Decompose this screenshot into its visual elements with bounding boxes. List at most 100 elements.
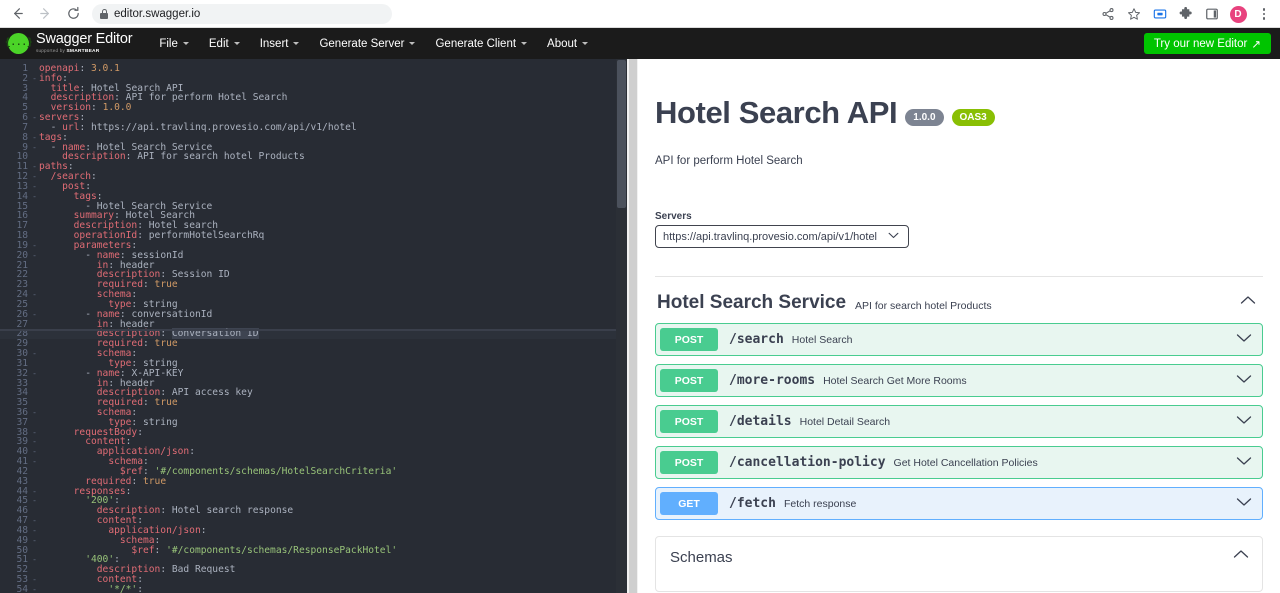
code-fold-toggle[interactable]: - [30,241,39,251]
menu-item-generate-server-label: Generate Server [319,37,405,50]
line-number: 54 [16,583,28,593]
chevron-up-icon[interactable] [1240,295,1256,305]
operation-summary: Fetch response [783,497,857,510]
operation-path: /details [729,414,792,429]
code-fold-toggle[interactable]: - [30,113,39,123]
oas-badge: OAS3 [951,108,995,126]
media-cast-icon[interactable] [1148,2,1172,26]
operations-list: POST/search Hotel Search POST/more-rooms Ho… [655,323,1263,520]
code-fold-toggle[interactable]: - [30,192,39,202]
operation-method-badge: POST [660,328,718,351]
operation-path: /search [729,332,784,347]
code-fold-toggle[interactable]: - [30,447,39,457]
back-arrow-icon[interactable] [4,2,30,26]
menu-item-about[interactable]: About [537,28,598,59]
code-fold-toggle[interactable]: - [30,74,39,84]
chevron-up-icon[interactable] [1233,549,1249,559]
chevron-down-icon[interactable] [1236,456,1252,466]
operation-summary: Hotel Search Get More Rooms [823,374,967,387]
operation-method-badge: POST [660,369,718,392]
yaml-editor-content[interactable]: 1 openapi: 3.0.1 2- info: 3 title: Hotel Sea… [0,59,627,593]
forward-arrow-icon[interactable] [32,2,58,26]
operation-row-details[interactable]: POST/details Hotel Detail Search [655,405,1263,438]
try-new-editor-button[interactable]: Try our new Editor ↗ [1143,33,1271,54]
code-fold-toggle[interactable]: - [30,172,39,182]
reload-icon[interactable] [60,2,86,26]
three-dot-menu-icon[interactable] [1252,2,1276,26]
star-icon[interactable] [1122,2,1146,26]
menu-item-edit[interactable]: Edit [199,28,250,59]
chevron-down-icon [233,42,240,45]
share-icon[interactable] [1096,2,1120,26]
menu-item-file[interactable]: File [149,28,199,59]
tag-description: API for search hotel Products [855,299,992,312]
code-fold-toggle[interactable]: - [30,143,39,153]
chevron-down-icon[interactable] [1236,374,1252,384]
brand-title: Swagger Editor [36,31,133,48]
operation-row-more-rooms[interactable]: POST/more-rooms Hotel Search Get More Roo… [655,364,1263,397]
schemas-section[interactable]: Schemas [655,536,1263,592]
external-link-arrow-icon: ↗ [1251,38,1261,51]
code-line[interactable]: 54- '*/*': [0,583,627,593]
chevron-down-icon[interactable] [1236,415,1252,425]
chevron-down-icon [888,232,899,239]
code-line[interactable]: 12- /search: [0,172,627,182]
tag-header-hotel-search-service[interactable]: Hotel Search Service API for search hote… [655,277,1263,323]
operation-row-cancellation-policy[interactable]: POST/cancellation-policy Get Hotel Cancel… [655,446,1263,479]
editor-scrollbar[interactable] [616,59,627,593]
chevron-down-icon [182,42,189,45]
code-line[interactable]: 5 version: 1.0.0 [0,103,627,113]
chevron-down-icon[interactable] [1236,333,1252,343]
code-fold-toggle[interactable]: - [30,369,39,379]
code-fold-toggle[interactable]: - [30,585,39,593]
browser-nav-buttons [0,2,86,26]
code-fold-toggle[interactable]: - [30,408,39,418]
operation-method-badge: GET [660,492,718,515]
server-select[interactable]: https://api.travlinq.provesio.com/api/v1… [655,225,909,248]
code-line-text: post: [62,180,91,192]
side-panel-icon[interactable] [1200,2,1224,26]
pane-splitter-grip[interactable] [629,59,637,593]
code-fold-toggle[interactable]: - [30,575,39,585]
menu-item-generate-client[interactable]: Generate Client [425,28,537,59]
pane-splitter[interactable] [627,59,638,593]
yaml-editor[interactable]: 1 openapi: 3.0.1 2- info: 3 title: Hotel Sea… [0,59,627,593]
code-line-text: version: 1.0.0 [50,102,132,114]
menu-item-insert-label: Insert [259,37,289,50]
code-fold-toggle[interactable]: - [30,437,39,447]
code-fold-toggle[interactable]: - [30,310,39,320]
chevron-down-icon[interactable] [1236,497,1252,507]
browser-actions: D [1096,0,1276,28]
code-fold-toggle[interactable]: - [30,496,39,506]
code-fold-toggle[interactable]: - [30,349,39,359]
code-fold-toggle[interactable]: - [30,487,39,497]
operation-row-search[interactable]: POST/search Hotel Search [655,323,1263,356]
code-fold-toggle[interactable]: - [30,428,39,438]
swagger-brand[interactable]: {...} Swagger Editor supported by SMARTB… [5,31,133,54]
code-line[interactable]: 1 openapi: 3.0.1 [0,64,627,74]
address-bar[interactable]: editor.swagger.io [92,3,392,24]
schemas-title: Schemas [670,549,733,566]
menu-item-insert[interactable]: Insert [250,28,310,59]
code-fold-toggle[interactable]: - [30,182,39,192]
code-fold-toggle[interactable]: - [30,526,39,536]
tag-title: Hotel Search Service [657,292,847,313]
code-line[interactable]: 10 description: API for search hotel Pro… [0,152,627,162]
avatar[interactable]: D [1226,2,1250,26]
code-fold-toggle[interactable]: - [30,133,39,143]
swagger-logo-icon: {...} [5,33,33,54]
operation-summary: Get Hotel Cancellation Policies [893,456,1038,469]
menu-item-generate-server[interactable]: Generate Server [309,28,425,59]
code-fold-toggle[interactable]: - [30,536,39,546]
code-fold-toggle[interactable]: - [30,457,39,467]
code-fold-toggle[interactable]: - [30,251,39,261]
operation-row-fetch[interactable]: GET/fetch Fetch response [655,487,1263,520]
editor-scrollbar-thumb[interactable] [617,60,626,208]
version-badge: 1.0.0 [905,108,944,126]
code-line[interactable]: 7 - url: https://api.travlinq.provesio.c… [0,123,627,133]
code-fold-toggle[interactable]: - [30,516,39,526]
code-fold-toggle[interactable]: - [30,290,39,300]
code-fold-toggle[interactable]: - [30,555,39,565]
puzzle-icon[interactable] [1174,2,1198,26]
code-fold-toggle[interactable]: - [30,162,39,172]
